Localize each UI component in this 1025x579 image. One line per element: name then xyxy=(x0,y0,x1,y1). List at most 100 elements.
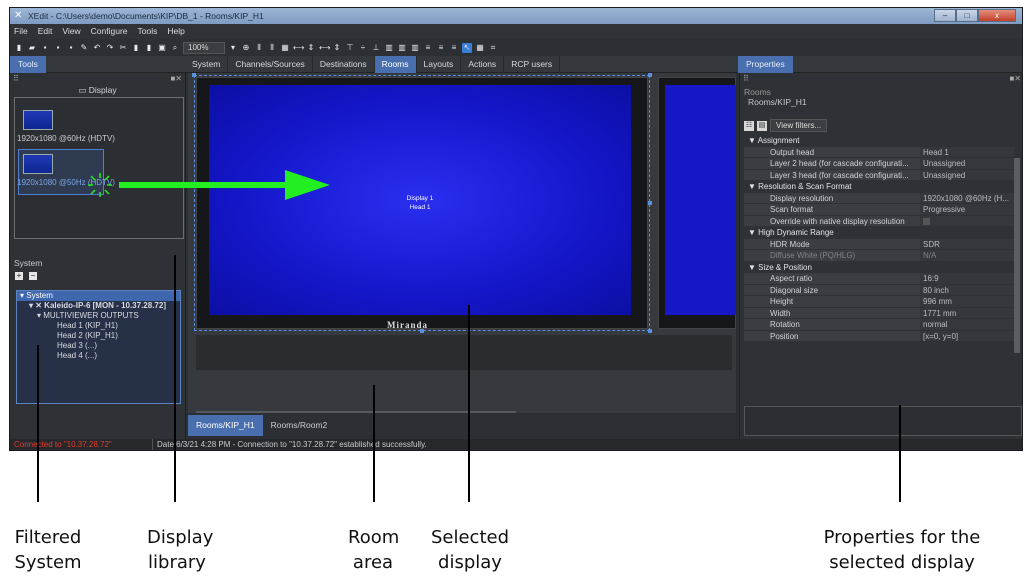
column-alt-icon[interactable]: ▥ xyxy=(410,43,420,53)
tab-room-kip-h1[interactable]: Rooms/KIP_H1 xyxy=(188,415,263,436)
edit-icon[interactable]: ✎ xyxy=(79,43,89,53)
tree-head-4[interactable]: Head 4 (...) xyxy=(17,351,180,361)
align-middle-icon[interactable]: ÷ xyxy=(358,43,368,53)
section-assignment[interactable]: ▼ Assignment xyxy=(744,135,1014,147)
menu-help[interactable]: Help xyxy=(167,24,184,39)
grip-icon[interactable]: ⠿ xyxy=(743,74,749,83)
menu-file[interactable]: File xyxy=(14,24,28,39)
tree-head-2[interactable]: Head 2 (KIP_H1) xyxy=(17,331,180,341)
copy-icon[interactable]: ▮ xyxy=(131,43,141,53)
save-as-icon[interactable]: ▪ xyxy=(53,43,63,53)
frame-icon[interactable]: ⌗ xyxy=(488,43,498,53)
sorted-view-icon[interactable]: ▤ xyxy=(757,120,767,131)
menu-tools[interactable]: Tools xyxy=(138,24,158,39)
save-icon[interactable]: ▪ xyxy=(40,43,50,53)
fit-icon[interactable]: ▣ xyxy=(157,43,167,53)
close-button[interactable]: x xyxy=(978,9,1016,22)
maximize-button[interactable]: □ xyxy=(956,9,978,22)
tab-system[interactable]: System xyxy=(185,56,229,73)
display-thumbnail-50hz[interactable] xyxy=(23,154,53,174)
categorized-view-icon[interactable]: ☷ xyxy=(744,120,754,131)
grip-icon[interactable]: ⠿ xyxy=(13,74,19,83)
tab-destinations[interactable]: Destinations xyxy=(313,56,375,73)
select-pointer-icon[interactable]: ↖ xyxy=(462,42,472,53)
property-row[interactable]: Scan format Progressive xyxy=(744,204,1014,216)
menu-edit[interactable]: Edit xyxy=(38,24,53,39)
tab-actions[interactable]: Actions xyxy=(461,56,505,73)
stack-icon[interactable]: ≡ xyxy=(436,43,446,53)
add-icon[interactable]: + xyxy=(15,272,23,280)
group-icon[interactable]: ▦ xyxy=(280,43,290,53)
property-row[interactable]: Aspect ratio 16:9 xyxy=(744,273,1014,285)
spread-h-icon[interactable]: ⟷ xyxy=(293,43,304,53)
property-row[interactable]: Position [x=0, y=0] xyxy=(744,330,1014,342)
list-icon[interactable]: ≡ xyxy=(423,43,433,53)
menu-configure[interactable]: Configure xyxy=(91,24,128,39)
close-panel-icon[interactable]: ■✕ xyxy=(170,73,182,84)
minimize-button[interactable]: – xyxy=(934,9,956,22)
paste-icon[interactable]: ▮ xyxy=(144,43,154,53)
section-hdr[interactable]: ▼ High Dynamic Range xyxy=(744,227,1014,239)
align-right-icon[interactable]: ⫴ xyxy=(267,43,277,53)
property-row[interactable]: Diagonal size 80 inch xyxy=(744,284,1014,296)
tab-room-room2[interactable]: Rooms/Room2 xyxy=(263,415,336,436)
section-resolution[interactable]: ▼ Resolution & Scan Format xyxy=(744,181,1014,193)
distribute-v-icon[interactable]: ⇕ xyxy=(332,43,342,53)
distribute-h-icon[interactable]: ⟷ xyxy=(319,43,330,53)
tree-multiviewer-outputs[interactable]: ▾ MULTIVIEWER OUTPUTS xyxy=(17,311,180,321)
new-icon[interactable]: ▮ xyxy=(14,43,24,53)
resize-handle[interactable] xyxy=(648,73,652,77)
zoom-in-icon[interactable]: ⊕ xyxy=(241,43,251,53)
delete-icon[interactable]: ▪ xyxy=(66,43,76,53)
property-row[interactable]: Height 996 mm xyxy=(744,296,1014,308)
tree-head-1[interactable]: Head 1 (KIP_H1) xyxy=(17,321,180,331)
align-bottom-icon[interactable]: ⊥ xyxy=(371,43,381,53)
cut-icon[interactable]: ✂ xyxy=(118,43,128,53)
align-top-icon[interactable]: ⊤ xyxy=(345,43,355,53)
column-icon[interactable]: ▥ xyxy=(397,43,407,53)
tab-rooms[interactable]: Rooms xyxy=(374,56,417,73)
zoom-select[interactable]: 100% xyxy=(183,41,225,54)
second-display-screen[interactable] xyxy=(665,85,736,315)
section-size-position[interactable]: ▼ Size & Position xyxy=(744,261,1014,273)
bar-chart-icon[interactable]: ▥ xyxy=(384,43,394,53)
tab-layouts[interactable]: Layouts xyxy=(417,56,462,73)
property-row[interactable]: Layer 2 head (for cascade configurati...… xyxy=(744,158,1014,170)
align-left-icon[interactable]: ⫴ xyxy=(254,43,264,53)
properties-scrollbar[interactable] xyxy=(1014,158,1020,353)
zoom-icon[interactable]: ⌕ xyxy=(170,43,180,53)
chevron-down-icon[interactable]: ▾ xyxy=(228,43,238,53)
display-thumbnail-60hz[interactable] xyxy=(23,110,53,130)
menu-view[interactable]: View xyxy=(62,24,80,39)
tree-kaleido[interactable]: ▾ ✕ Kaleido-IP-6 [MON - 10.37.28.72] xyxy=(17,301,180,311)
resize-handle[interactable] xyxy=(648,329,652,333)
tree-head-3[interactable]: Head 3 (...) xyxy=(17,341,180,351)
close-panel-icon[interactable]: ■✕ xyxy=(1009,73,1021,84)
second-display-monitor[interactable] xyxy=(658,77,736,329)
tree-system[interactable]: ▾ System xyxy=(17,291,180,301)
tab-rcp-users[interactable]: RCP users xyxy=(504,56,561,73)
tab-channels-sources[interactable]: Channels/Sources xyxy=(228,56,313,73)
override-checkbox[interactable] xyxy=(920,215,1014,227)
property-row[interactable]: Display resolution 1920x1080 @60Hz (H... xyxy=(744,192,1014,204)
layers-icon[interactable]: ≡ xyxy=(449,43,459,53)
room-area[interactable]: Display 1 Head 1 Miranda xyxy=(188,73,736,413)
resize-handle[interactable] xyxy=(192,73,196,77)
remove-icon[interactable]: − xyxy=(29,272,37,280)
resize-handle[interactable] xyxy=(420,329,424,333)
property-row[interactable]: Layer 3 head (for cascade configurati...… xyxy=(744,169,1014,181)
property-row[interactable]: Rotation normal xyxy=(744,319,1014,331)
resize-handle[interactable] xyxy=(648,201,652,205)
redo-icon[interactable]: ↷ xyxy=(105,43,115,53)
open-icon[interactable]: ▰ xyxy=(27,43,37,53)
property-row[interactable]: Output head Head 1 xyxy=(744,146,1014,158)
property-row[interactable]: Override with native display resolution xyxy=(744,215,1014,227)
property-row[interactable]: HDR Mode SDR xyxy=(744,238,1014,250)
spread-v-icon[interactable]: ⇕ xyxy=(306,43,316,53)
property-row[interactable]: Width 1771 mm xyxy=(744,307,1014,319)
view-filters-button[interactable]: View filters... xyxy=(770,119,828,132)
undo-icon[interactable]: ↶ xyxy=(92,43,102,53)
tab-tools[interactable]: Tools xyxy=(10,56,46,73)
grid-icon[interactable]: ▦ xyxy=(475,43,485,53)
tab-properties[interactable]: Properties xyxy=(738,56,793,73)
